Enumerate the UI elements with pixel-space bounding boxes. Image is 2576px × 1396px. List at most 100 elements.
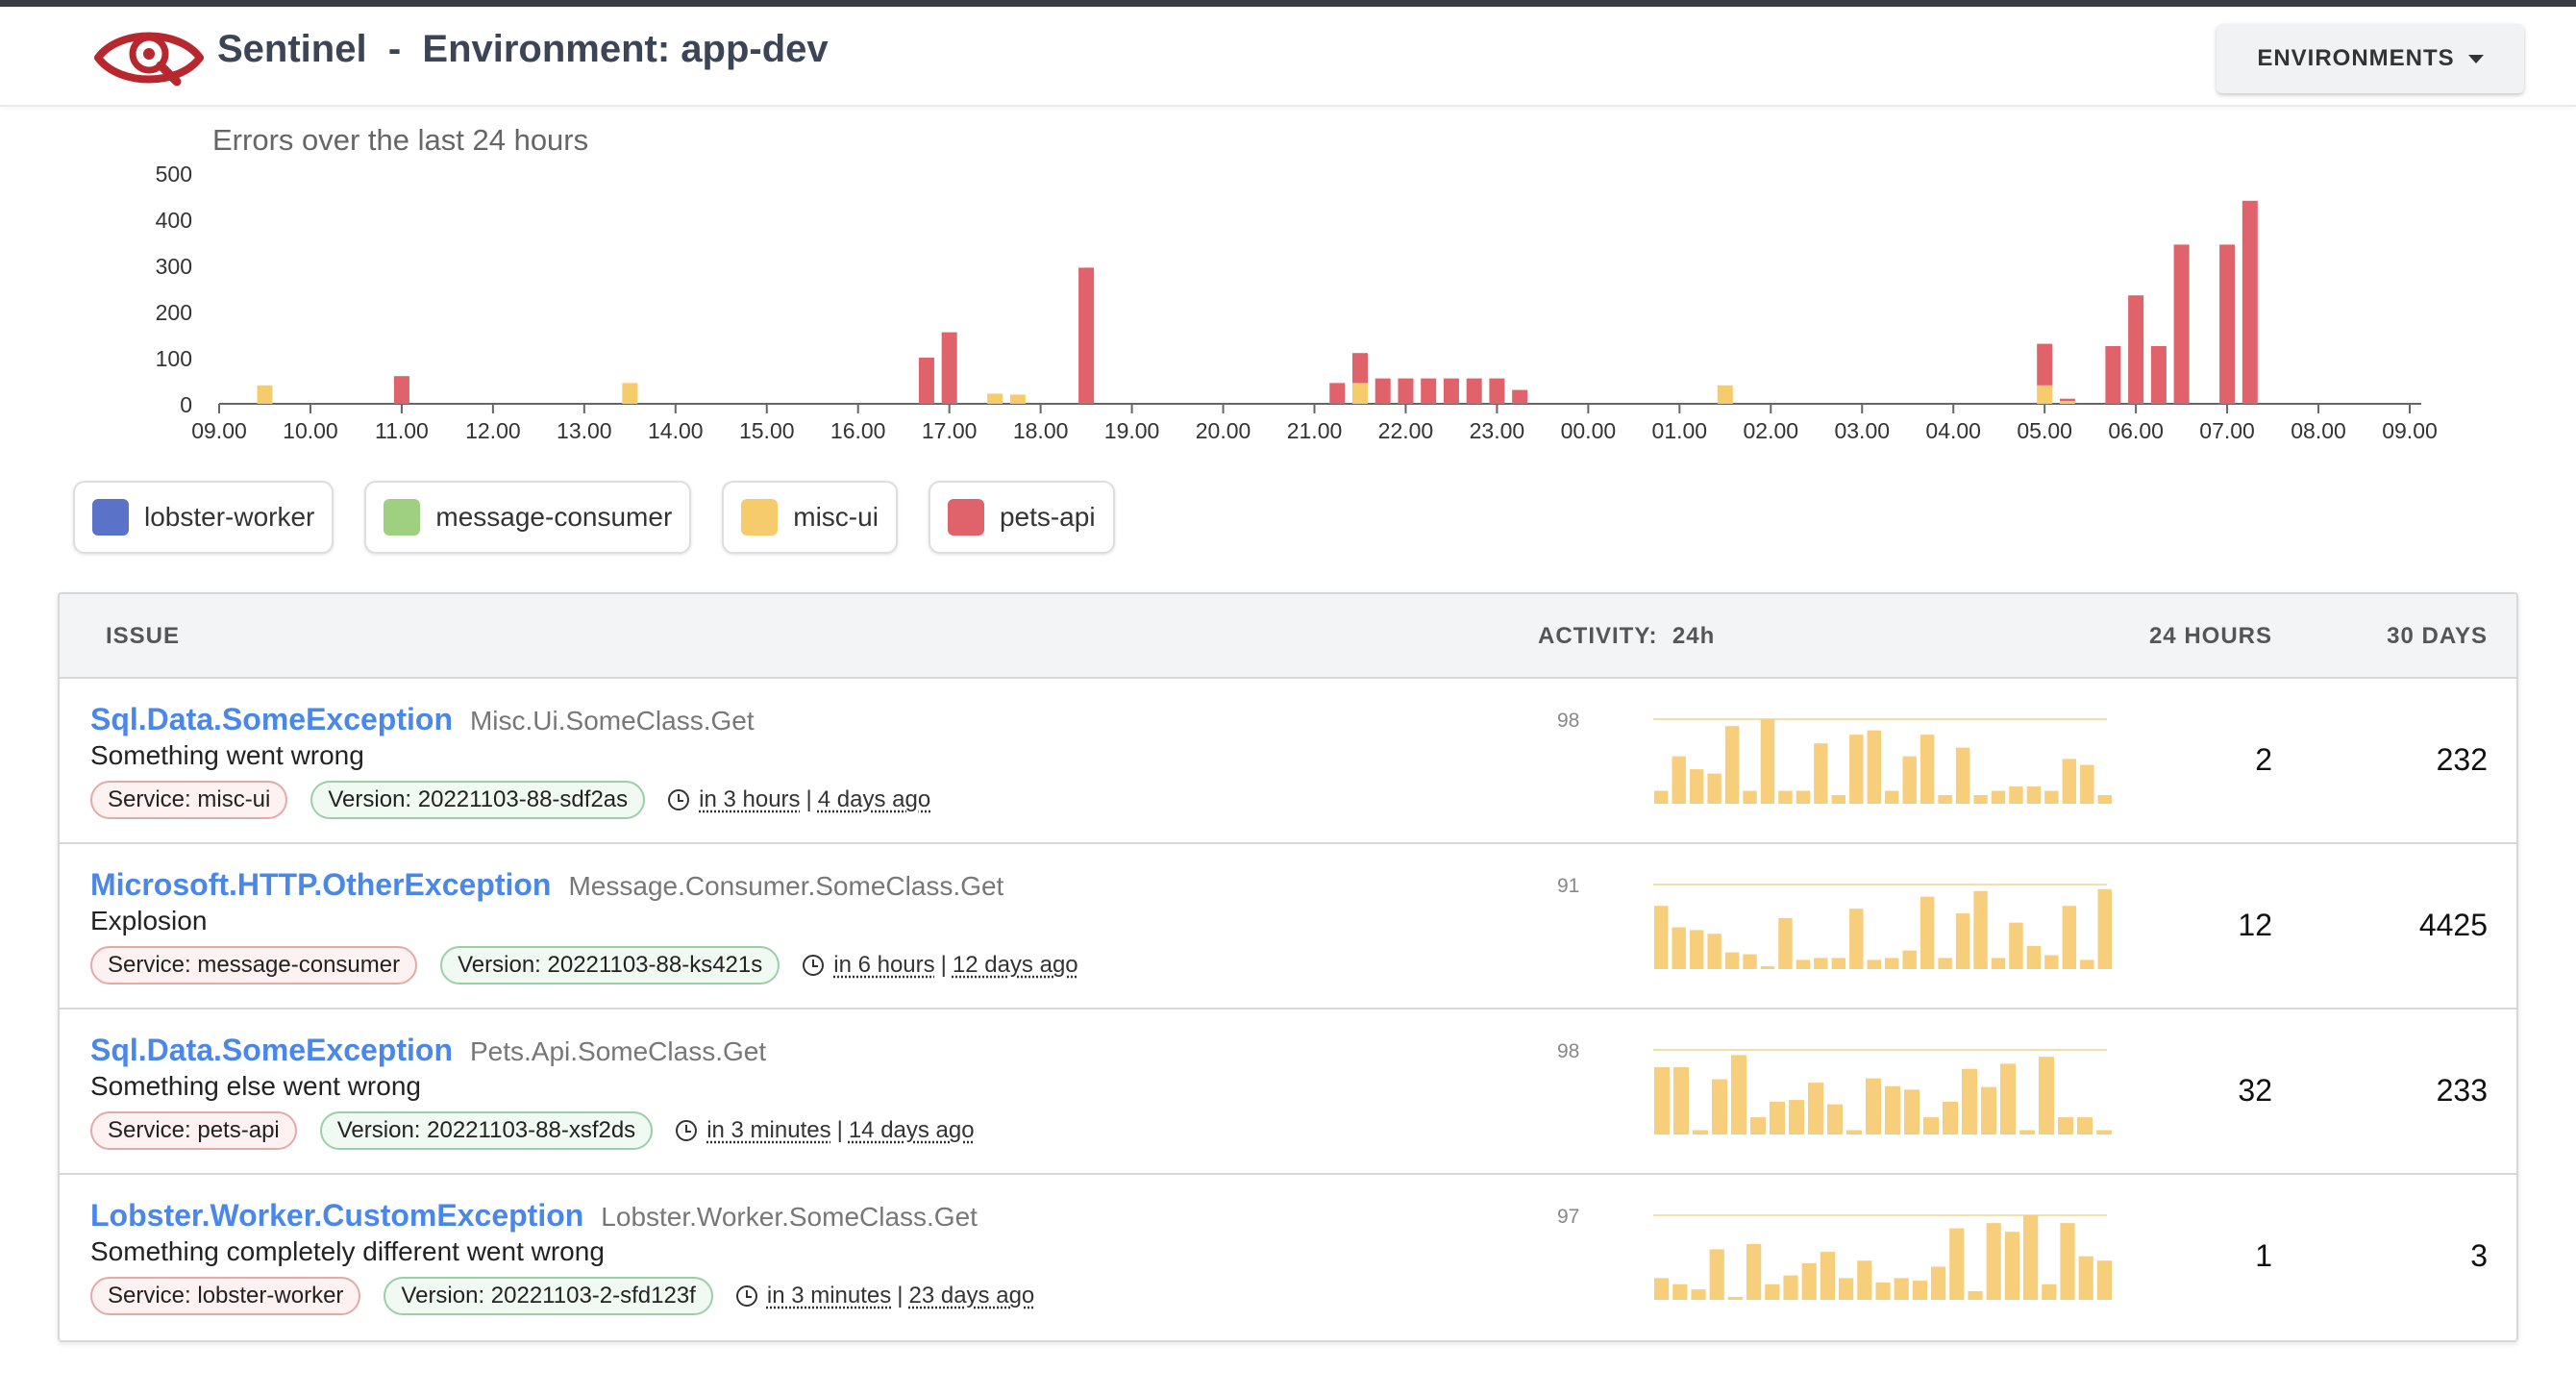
clock-icon	[668, 789, 690, 810]
service-tag[interactable]: Service: message-consumer	[90, 946, 418, 985]
y-tick-label: 300	[156, 254, 192, 279]
x-tick-label: 16.00	[830, 418, 886, 443]
activity-bar	[1727, 1297, 1743, 1300]
bar-pets-api[interactable]	[1398, 378, 1414, 404]
activity-bar	[2078, 1256, 2093, 1300]
activity-bar	[1991, 790, 2006, 804]
environments-dropdown-button[interactable]: ENVIRONMENTS	[2217, 24, 2524, 93]
bar-pets-api[interactable]	[1421, 378, 1437, 404]
bar-pets-api[interactable]	[1329, 383, 1346, 404]
issue-row[interactable]: Microsoft.HTTP.OtherException Message.Con…	[60, 844, 2516, 1010]
bar-misc-ui[interactable]	[1717, 385, 1733, 404]
bar-pets-api[interactable]	[1375, 378, 1391, 404]
bar-pets-api[interactable]	[2150, 346, 2167, 404]
y-tick-label: 200	[156, 300, 192, 325]
activity-bar	[1746, 1243, 1762, 1300]
bar-pets-api[interactable]	[1351, 353, 1368, 384]
activity-bar	[1801, 1262, 1817, 1300]
activity-bar	[1931, 1266, 1946, 1300]
version-tag[interactable]: Version: 20221103-88-sdf2as	[310, 781, 646, 819]
activity-bar	[2097, 888, 2112, 969]
bar-pets-api[interactable]	[2059, 398, 2075, 402]
time-first-seen: 12 days ago	[952, 952, 1078, 978]
time-first-seen: 4 days ago	[817, 786, 931, 812]
x-tick-label: 10.00	[283, 418, 338, 443]
x-tick-label: 20.00	[1196, 418, 1251, 443]
legend-item-lobster-worker[interactable]: lobster-worker	[73, 481, 334, 554]
x-tick-label: 21.00	[1287, 418, 1343, 443]
time-separator: |	[805, 786, 812, 812]
issue-exception-link[interactable]: Sql.Data.SomeException	[90, 702, 453, 736]
bar-misc-ui[interactable]	[1009, 394, 1026, 404]
issue-exception-link[interactable]: Microsoft.HTTP.OtherException	[90, 867, 551, 902]
legend-item-misc-ui[interactable]: misc-ui	[722, 481, 898, 554]
bar-misc-ui[interactable]	[2059, 401, 2075, 404]
legend-item-message-consumer[interactable]: message-consumer	[364, 481, 692, 554]
issue-row[interactable]: Sql.Data.SomeException Misc.Ui.SomeClass.…	[60, 679, 2516, 844]
bar-misc-ui[interactable]	[1351, 383, 1368, 404]
bar-misc-ui[interactable]	[257, 385, 273, 404]
activity-bar	[2096, 1260, 2112, 1300]
time-next: in 3 minutes	[706, 1117, 831, 1143]
activity-bar	[2044, 955, 2059, 969]
issue-times: in 3 hours | 4 days ago	[668, 786, 930, 813]
activity-bar	[2026, 786, 2042, 804]
service-tag[interactable]: Service: misc-ui	[90, 781, 288, 819]
activity-bar	[1654, 1278, 1670, 1300]
count-30-days: 4425	[2418, 908, 2488, 942]
clock-icon	[735, 1285, 757, 1307]
bar-pets-api[interactable]	[2219, 244, 2236, 404]
activity-sparkline: 98	[1557, 710, 2112, 804]
environment-title: Environment: app-dev	[422, 28, 829, 70]
bar-pets-api[interactable]	[1512, 389, 1528, 404]
service-tag[interactable]: Service: lobster-worker	[90, 1277, 361, 1315]
version-tag[interactable]: Version: 20221103-88-ks421s	[440, 946, 780, 985]
activity-bar	[1743, 790, 1757, 804]
page-title: Sentinel - Environment: app-dev	[217, 28, 829, 71]
bar-pets-api[interactable]	[2173, 244, 2190, 404]
x-tick-label: 03.00	[1834, 418, 1890, 443]
bar-misc-ui[interactable]	[622, 383, 638, 404]
issue-row[interactable]: Sql.Data.SomeException Pets.Api.SomeClass…	[60, 1010, 2516, 1175]
bar-pets-api[interactable]	[918, 358, 934, 404]
x-tick-label: 19.00	[1104, 418, 1160, 443]
bar-pets-api[interactable]	[2242, 200, 2258, 404]
activity-sparkline: 97	[1557, 1206, 2112, 1300]
issue-row[interactable]: Lobster.Worker.CustomException Lobster.Wo…	[60, 1175, 2516, 1340]
activity-bar	[2039, 1057, 2054, 1134]
version-tag[interactable]: Version: 20221103-88-xsf2ds	[319, 1111, 654, 1150]
activity-bar	[1831, 958, 1846, 969]
bar-pets-api[interactable]	[2105, 346, 2121, 404]
top-accent-bar	[0, 0, 2576, 7]
issues-table-header: ISSUE ACTIVITY: 24h 24 HOURS 30 DAYS	[60, 594, 2516, 679]
bar-pets-api[interactable]	[2037, 343, 2053, 386]
bar-pets-api[interactable]	[2128, 295, 2144, 404]
issues-table: ISSUE ACTIVITY: 24h 24 HOURS 30 DAYS Sql…	[58, 592, 2518, 1342]
activity-bar	[2023, 1215, 2039, 1300]
bar-misc-ui[interactable]	[2037, 385, 2053, 404]
activity-bar	[1814, 743, 1828, 804]
issue-location: Misc.Ui.SomeClass.Get	[469, 706, 755, 735]
version-tag[interactable]: Version: 20221103-2-sfd123f	[384, 1277, 713, 1315]
bar-pets-api[interactable]	[1443, 378, 1459, 404]
activity-bar	[1991, 958, 2006, 969]
bar-misc-ui[interactable]	[987, 393, 1003, 404]
bar-pets-api[interactable]	[941, 332, 957, 404]
bar-pets-api[interactable]	[1466, 378, 1482, 404]
bar-pets-api[interactable]	[1078, 267, 1095, 404]
activity-bar	[2009, 922, 2023, 969]
caret-down-icon	[2467, 54, 2484, 63]
app-header: Sentinel - Environment: app-dev ENVIRONM…	[0, 7, 2576, 107]
activity-bar	[1904, 1089, 1920, 1134]
activity-bar	[1827, 1104, 1843, 1134]
legend-item-pets-api[interactable]: pets-api	[928, 481, 1115, 554]
activity-sparkline: 98	[1557, 1040, 2112, 1134]
issue-exception-link[interactable]: Sql.Data.SomeException	[90, 1033, 453, 1067]
bar-pets-api[interactable]	[1489, 378, 1505, 404]
service-tag[interactable]: Service: pets-api	[90, 1111, 297, 1150]
activity-bar	[1938, 958, 1952, 969]
bar-pets-api[interactable]	[393, 376, 409, 404]
issue-exception-link[interactable]: Lobster.Worker.CustomException	[90, 1198, 583, 1233]
x-tick-label: 02.00	[1744, 418, 1799, 443]
activity-bar	[1707, 934, 1721, 969]
